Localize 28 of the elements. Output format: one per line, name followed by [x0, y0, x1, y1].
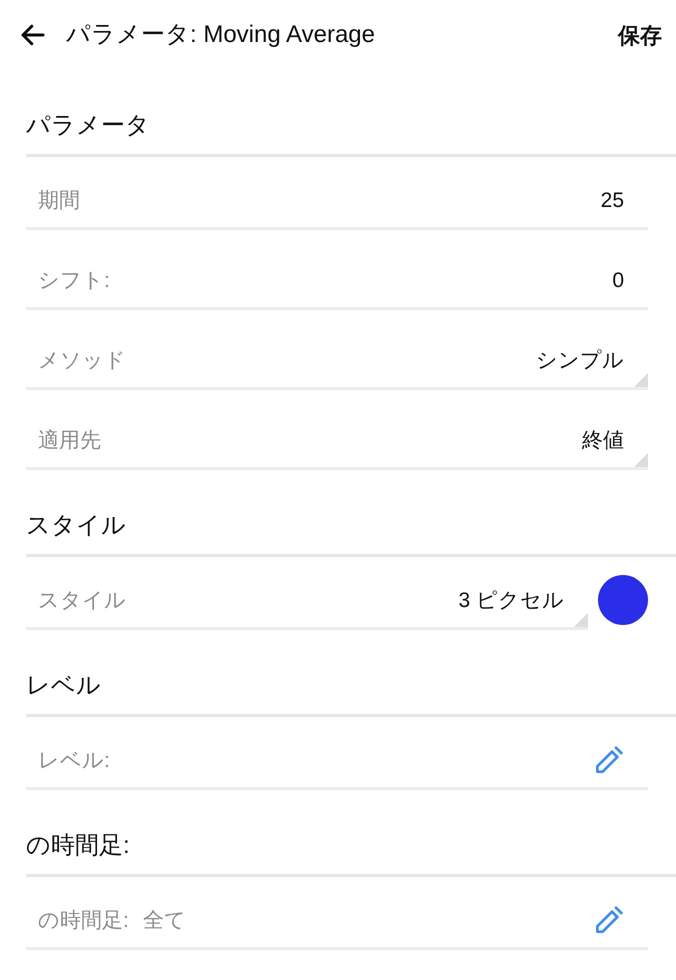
field-label: メソッド [38, 348, 126, 374]
dropdown-field[interactable]: メソッド シンプル [26, 317, 648, 390]
section-header: パラメータ [26, 70, 676, 157]
section-header: の時間足: [26, 790, 676, 877]
color-swatch[interactable] [598, 574, 648, 624]
number-field[interactable]: シフト: 0 [26, 237, 648, 310]
field-value: 0 [612, 268, 624, 294]
field-label: 適用先 [38, 428, 101, 454]
section-header: レベル [26, 630, 676, 717]
field-label: 期間 [38, 188, 80, 214]
field-value: 全て [142, 908, 186, 934]
corner-triangle-icon [634, 453, 648, 467]
save-button[interactable]: 保存 [618, 18, 662, 52]
field-label: の時間足: [38, 908, 129, 934]
corner-triangle-icon [574, 613, 588, 627]
field-value: 3 ピクセル [458, 588, 564, 614]
corner-triangle-icon [634, 373, 648, 387]
field-value: 終値 [582, 428, 624, 454]
field-label: レベル: [38, 748, 110, 774]
field-value: 25 [600, 188, 624, 214]
field-label: シフト: [38, 268, 110, 294]
section-header: スタイル [26, 470, 676, 557]
dropdown-field[interactable]: スタイル 3 ピクセル [26, 557, 588, 630]
dropdown-field[interactable]: 適用先 終値 [26, 397, 648, 470]
number-field[interactable]: 期間 25 [26, 157, 648, 230]
field-label: スタイル [38, 588, 126, 614]
page-title: パラメータ: Moving Average [66, 20, 376, 50]
field-value: シンプル [536, 348, 624, 374]
